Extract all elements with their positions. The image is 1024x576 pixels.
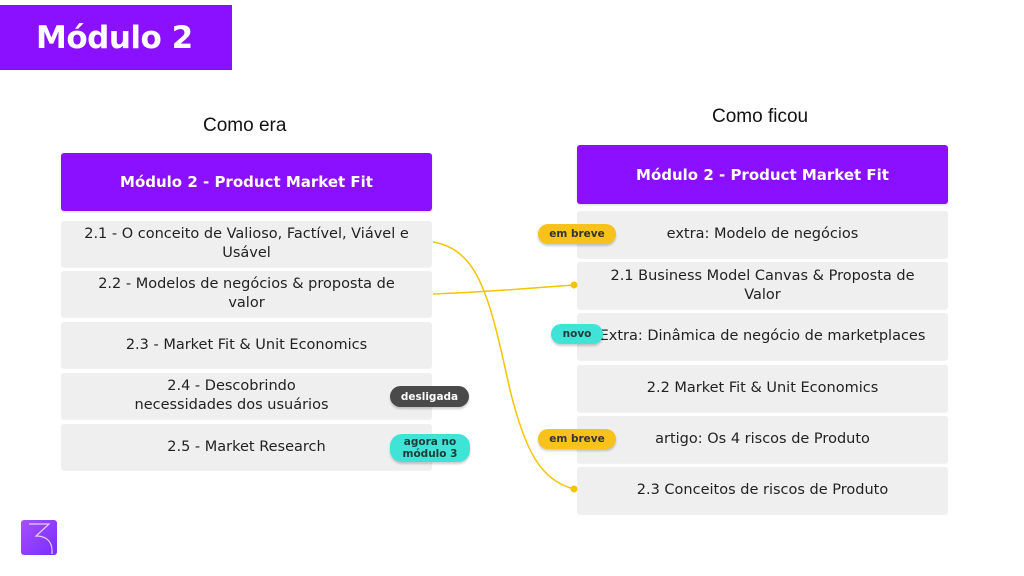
status-badge-disabled: desligada (390, 386, 469, 407)
brand-logo (21, 520, 57, 555)
after-item: artigo: Os 4 riscos de Produto (577, 416, 948, 463)
after-item: 2.2 Market Fit & Unit Economics (577, 365, 948, 412)
number-3-logo-icon (29, 523, 53, 555)
module-title: Módulo 2 (36, 19, 193, 56)
status-badge-new: novo (551, 324, 603, 344)
status-badge-moved: agora no módulo 3 (390, 434, 470, 462)
after-item: extra: Modelo de negócios (577, 211, 948, 258)
after-item: 2.3 Conceitos de riscos de Produto (577, 467, 948, 514)
after-item: Extra: Dinâmica de negócio de marketplac… (577, 313, 948, 360)
before-item: 2.3 - Market Fit & Unit Economics (61, 322, 432, 368)
status-badge-coming-soon: em breve (538, 224, 616, 244)
before-item: 2.1 - O conceito de Valioso, Factível, V… (61, 221, 432, 267)
before-item: 2.2 - Modelos de negócios & proposta de … (61, 271, 432, 317)
before-item: 2.5 - Market Research (61, 424, 432, 470)
before-column-heading: Como era (203, 115, 287, 136)
after-module-header: Módulo 2 - Product Market Fit (577, 145, 948, 204)
status-badge-coming-soon: em breve (538, 429, 616, 449)
after-item: 2.1 Business Model Canvas & Proposta de … (577, 262, 948, 309)
connector-line (432, 284, 575, 295)
before-module-header: Módulo 2 - Product Market Fit (61, 153, 432, 211)
after-column-heading: Como ficou (712, 106, 809, 127)
module-title-banner: Módulo 2 (0, 5, 232, 70)
before-item: 2.4 - Descobrindo necessidades dos usuár… (61, 373, 432, 419)
